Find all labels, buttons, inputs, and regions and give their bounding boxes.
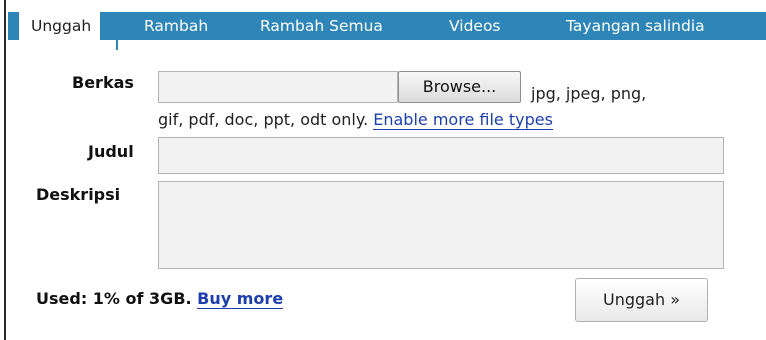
storage-usage-text: Used: 1% of 3GB. xyxy=(36,289,192,308)
file-path-field[interactable] xyxy=(158,71,398,103)
file-types-hint-text: gif, pdf, doc, ppt, odt only. xyxy=(158,110,369,129)
description-label: Deskripsi xyxy=(36,185,121,204)
tab-bar: Rambah Rambah Semua Videos Tayangan sali… xyxy=(8,12,766,40)
upload-submit-button[interactable]: Unggah » xyxy=(575,278,708,322)
file-types-hint-line2: gif, pdf, doc, ppt, odt only. Enable mor… xyxy=(158,110,553,130)
file-label: Berkas xyxy=(72,73,134,92)
browse-button[interactable]: Browse... xyxy=(398,71,521,103)
tab-rambah-semua[interactable]: Rambah Semua xyxy=(260,12,383,40)
file-types-hint-line1: jpg, jpeg, png, xyxy=(531,84,647,103)
tab-tayangan-salindia[interactable]: Tayangan salindia xyxy=(566,12,705,40)
enable-more-file-types-link[interactable]: Enable more file types xyxy=(373,110,553,130)
title-input[interactable] xyxy=(158,137,724,174)
tab-unggah[interactable]: Unggah xyxy=(14,12,101,40)
description-textarea[interactable] xyxy=(158,181,724,269)
title-label: Judul xyxy=(88,142,134,161)
storage-usage: Used: 1% of 3GB. Buy more xyxy=(36,289,284,309)
buy-more-link[interactable]: Buy more xyxy=(197,289,284,309)
tab-videos[interactable]: Videos xyxy=(449,12,501,40)
tab-rambah[interactable]: Rambah xyxy=(144,12,208,40)
active-tab-indicator xyxy=(116,40,118,50)
